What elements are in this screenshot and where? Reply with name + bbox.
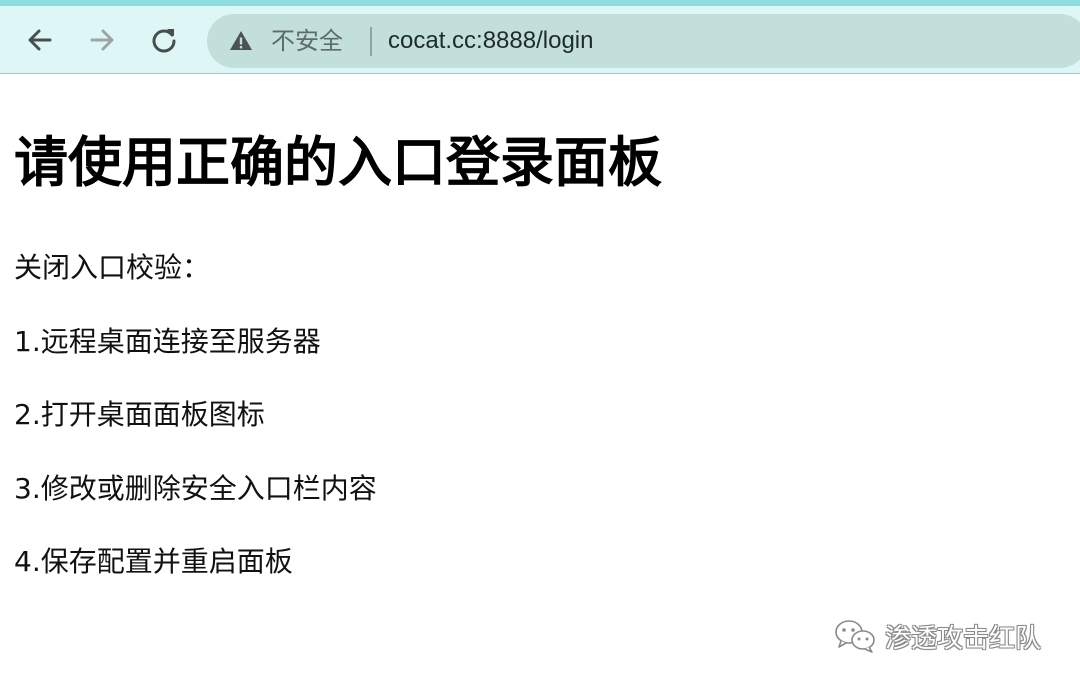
instruction-step-4: 4.保存配置并重启面板 xyxy=(14,545,293,578)
page-title: 请使用正确的入口登录面板 xyxy=(14,131,662,194)
url-text[interactable]: cocat.cc:8888/login xyxy=(388,26,593,56)
instruction-step-1: 1.远程桌面连接至服务器 xyxy=(14,325,321,358)
watermark-text: 渗透攻击红队 xyxy=(885,623,1042,654)
instruction-intro: 关闭入口校验： xyxy=(14,251,211,284)
back-arrow-icon xyxy=(28,29,52,51)
wechat-icon xyxy=(835,620,875,653)
forward-arrow-icon xyxy=(90,29,114,51)
browser-toolbar: 不安全 cocat.cc:8888/login xyxy=(0,6,1080,74)
reload-button[interactable] xyxy=(144,20,184,60)
reload-icon xyxy=(152,29,176,53)
watermark: 渗透攻击红队 xyxy=(833,616,1041,656)
page-content: 请使用正确的入口登录面板 xyxy=(14,128,1064,198)
instruction-step-2: 2.打开桌面面板图标 xyxy=(14,398,265,431)
instruction-step-3: 3.修改或删除安全入口栏内容 xyxy=(14,472,377,505)
address-bar[interactable]: 不安全 cocat.cc:8888/login xyxy=(207,14,1080,68)
warning-triangle-icon[interactable] xyxy=(229,29,253,53)
forward-button[interactable] xyxy=(82,20,122,60)
back-button[interactable] xyxy=(20,20,60,60)
security-status-label[interactable]: 不安全 xyxy=(271,27,343,55)
omnibox-separator xyxy=(370,27,372,56)
